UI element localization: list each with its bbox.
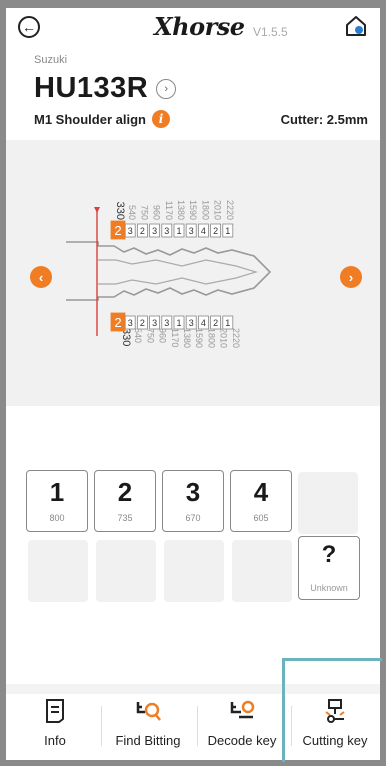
unknown-symbol: ? (321, 541, 337, 568)
depth-number: 3 (185, 477, 201, 507)
depth-number: 2 (117, 477, 133, 507)
nav-find-bitting[interactable]: Find Bitting (100, 698, 196, 748)
shoulder-marker-icon (94, 207, 100, 213)
cut-value: 2 (140, 226, 145, 236)
depth-value: 605 (253, 513, 269, 523)
position-label: 2220 (225, 200, 235, 220)
home-icon[interactable] (344, 14, 368, 38)
model-row: HU133R › (34, 72, 177, 105)
depth-value: 735 (117, 513, 133, 523)
key-meta-row: M1 Shoulder align i Cutter: 2.5mm (34, 110, 368, 128)
cut-value: 3 (189, 318, 194, 328)
brand-label: Suzuki (34, 54, 68, 66)
depth-number: 4 (253, 477, 269, 507)
empty-slot (232, 540, 292, 602)
cut-value: 1 (176, 226, 181, 236)
depth-value: 670 (185, 513, 201, 523)
decode-key-icon (230, 700, 255, 719)
position-label: 750 (139, 205, 149, 220)
back-arrow-icon[interactable]: ← (18, 16, 40, 38)
position-label: 540 (127, 205, 137, 220)
depth-number: 1 (49, 477, 65, 507)
alignment-mode: M1 Shoulder align (34, 111, 146, 127)
cut-value: 1 (176, 318, 181, 328)
position-label: 1590 (194, 328, 204, 348)
cut-value: 4 (201, 226, 206, 236)
cut-value: 4 (201, 318, 206, 328)
info-doc-icon (46, 699, 64, 723)
unknown-label: Unknown (310, 583, 348, 593)
key-groove-line (98, 259, 259, 285)
chevron-right-icon[interactable]: › (156, 78, 177, 99)
cut-value: 2 (114, 223, 121, 238)
position-label: 540 (133, 328, 143, 343)
empty-slot (298, 472, 358, 534)
top-bar: ← Xhorse V1.5.5 (6, 8, 380, 48)
app-logo: Xhorse (154, 12, 245, 41)
nav-label: Find Bitting (115, 733, 181, 748)
nav-decode-key[interactable]: Decode key (196, 698, 288, 748)
position-label: 960 (152, 205, 162, 220)
position-label: 1380 (182, 328, 192, 348)
previous-arrow-icon[interactable]: ‹ (30, 266, 52, 288)
position-label: 1800 (206, 328, 216, 348)
cut-value: 1 (225, 226, 230, 236)
empty-slot (164, 540, 224, 602)
cut-value: 2 (213, 318, 218, 328)
empty-slot (28, 540, 88, 602)
position-label: 2010 (219, 328, 229, 348)
find-bitting-icon (136, 702, 161, 721)
position-label: 1800 (200, 200, 210, 220)
empty-slot (96, 540, 156, 602)
app-version: V1.5.5 (253, 25, 288, 39)
position-label: 1170 (170, 328, 180, 347)
depth-button-2[interactable]: 2 735 (94, 470, 156, 532)
key-model-title: HU133R (34, 72, 149, 104)
cut-value: 1 (225, 318, 230, 328)
next-arrow-icon[interactable]: › (340, 266, 362, 288)
position-label: 750 (145, 328, 155, 343)
unknown-depth-button[interactable]: ? Unknown (298, 536, 360, 600)
cut-value: 3 (152, 226, 157, 236)
nav-label: Info (44, 733, 66, 748)
position-label: 1380 (176, 200, 186, 220)
nav-label: Decode key (207, 733, 277, 748)
cut-value: 3 (189, 226, 194, 236)
position-label: 2220 (231, 328, 241, 348)
info-icon[interactable]: i (151, 110, 170, 128)
cut-value: 3 (152, 318, 157, 328)
depth-button-4[interactable]: 4 605 (230, 470, 292, 532)
cut-value: 2 (213, 226, 218, 236)
cut-value: 3 (164, 318, 169, 328)
key-diagram: 330 540 750 960 1170 1380 1590 1800 2010 2220330 5… (66, 200, 272, 348)
position-label: 2010 (213, 200, 223, 220)
cutter-size: Cutter: 2.5mm (280, 111, 368, 127)
depth-button-1[interactable]: 1 800 (26, 470, 88, 532)
position-label: 330 (114, 202, 126, 220)
position-label: 1590 (188, 200, 198, 220)
highlight-overlay (282, 658, 382, 762)
depth-button-3[interactable]: 3 670 (162, 470, 224, 532)
depth-value: 800 (49, 513, 65, 523)
position-label: 960 (158, 328, 168, 343)
key-diagram-area: 330 540 750 960 1170 1380 1590 1800 2010 2220 330 5… (6, 140, 380, 406)
cut-value: 3 (128, 318, 133, 328)
position-label: 1170 (164, 201, 174, 220)
nav-info[interactable]: Info (30, 698, 80, 748)
cut-value: 2 (140, 318, 145, 328)
cut-value: 2 (114, 315, 121, 330)
cut-value: 3 (164, 226, 169, 236)
cut-value: 3 (128, 226, 133, 236)
